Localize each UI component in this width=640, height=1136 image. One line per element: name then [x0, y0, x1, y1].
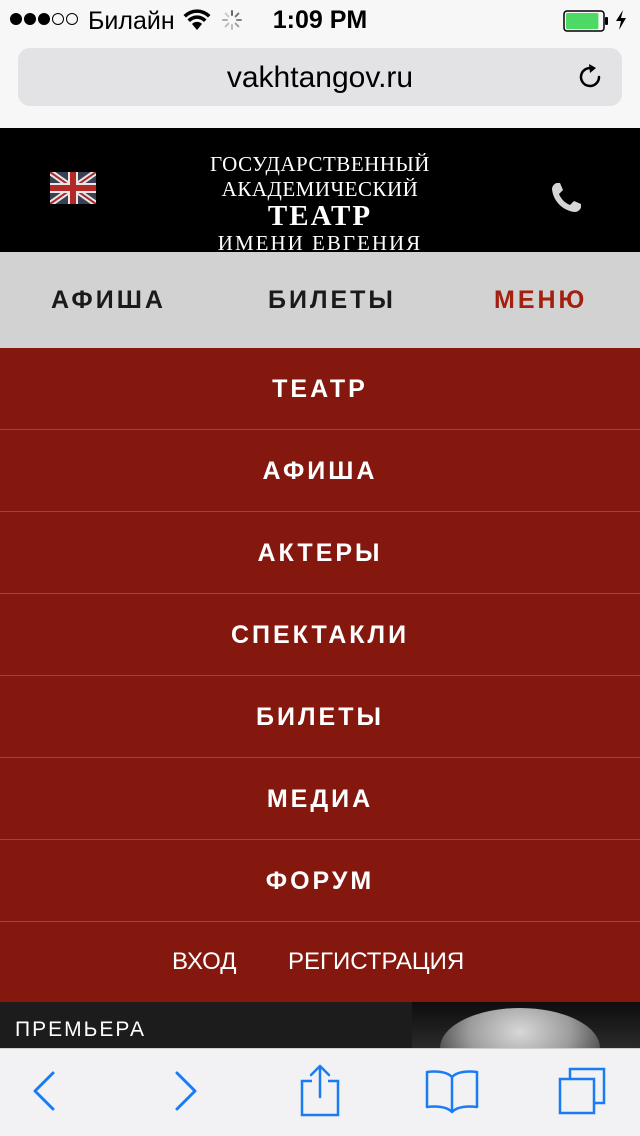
menu-item-forum[interactable]: ФОРУМ [0, 840, 640, 922]
browser-address-area: vakhtangov.ru [0, 40, 640, 128]
nav-menu[interactable]: МЕНЮ [494, 286, 587, 315]
nav-afisha[interactable]: АФИША [51, 286, 166, 315]
premiere-label: ПРЕМЬЕРА [15, 1018, 146, 1041]
menu-item-media[interactable]: МЕДИА [0, 758, 640, 840]
nav-tickets[interactable]: БИЛЕТЫ [268, 286, 396, 315]
menu-item-afisha[interactable]: АФИША [0, 430, 640, 512]
back-icon[interactable] [30, 1067, 58, 1115]
forward-icon[interactable] [172, 1067, 200, 1115]
site-header: ГОСУДАРСТВЕННЫЙ АКАДЕМИЧЕСКИЙ ТЕАТР ИМЕН… [0, 128, 640, 280]
menu-item-performances[interactable]: СПЕКТАКЛИ [0, 594, 640, 676]
browser-toolbar [0, 1048, 640, 1136]
url-text[interactable]: vakhtangov.ru [18, 61, 622, 95]
logo-line-1: ГОСУДАРСТВЕННЫЙ АКАДЕМИЧЕСКИЙ [210, 152, 430, 201]
logo-line-2: ТЕАТР [267, 200, 373, 232]
menu-item-actors[interactable]: АКТЕРЫ [0, 512, 640, 594]
phone-icon[interactable] [548, 180, 584, 216]
menu-item-tickets[interactable]: БИЛЕТЫ [0, 676, 640, 758]
register-link[interactable]: РЕГИСТРАЦИЯ [288, 948, 464, 976]
premiere-banner[interactable]: ПРЕМЬЕРА [0, 1002, 640, 1048]
clock: 1:09 PM [272, 6, 368, 34]
bookmarks-icon[interactable] [424, 1067, 480, 1117]
reload-icon[interactable] [574, 61, 606, 93]
url-field[interactable]: vakhtangov.ru [18, 48, 622, 106]
battery-icon [563, 10, 608, 32]
charging-icon [616, 10, 626, 30]
share-icon[interactable] [298, 1063, 342, 1117]
status-bar: Билайн 1:09 PM [0, 0, 640, 40]
top-nav: АФИША БИЛЕТЫ МЕНЮ [0, 252, 640, 348]
tabs-icon[interactable] [556, 1065, 608, 1117]
uk-flag-icon[interactable] [50, 172, 96, 204]
auth-row: ВХОД РЕГИСТРАЦИЯ [0, 922, 640, 1002]
menu-item-theatre[interactable]: ТЕАТР [0, 348, 640, 430]
login-link[interactable]: ВХОД [172, 948, 237, 976]
dropdown-menu: ТЕАТР АФИША АКТЕРЫ СПЕКТАКЛИ БИЛЕТЫ МЕДИ… [0, 348, 640, 1002]
